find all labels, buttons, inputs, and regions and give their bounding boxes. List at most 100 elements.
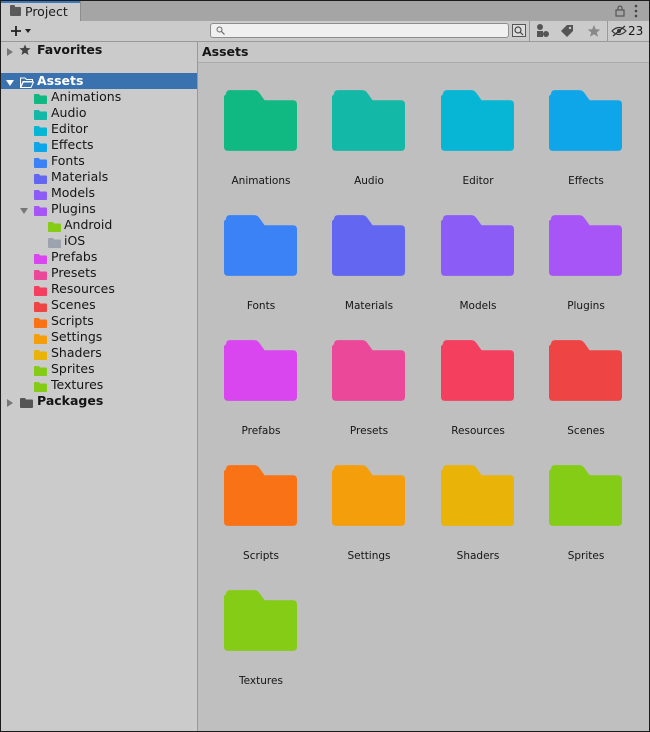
tree-item-folder[interactable]: Resources — [1, 281, 197, 297]
expand-arrow-icon[interactable] — [5, 45, 15, 56]
tree-item-folder[interactable]: Effects — [1, 137, 197, 153]
tree-item-folder[interactable]: Editor — [1, 121, 197, 137]
search-field[interactable] — [210, 23, 509, 38]
lock-icon[interactable] — [615, 4, 625, 17]
folder-icon — [34, 316, 47, 328]
tree-label: Textures — [51, 377, 104, 392]
tree-label: Audio — [51, 105, 87, 120]
asset-folder-label: Effects — [568, 175, 604, 187]
tree-label: Presets — [51, 265, 97, 280]
asset-folder-tile[interactable]: Presets — [319, 340, 419, 450]
asset-folder-label: Shaders — [456, 550, 500, 562]
collapse-arrow-icon[interactable] — [5, 76, 15, 86]
star-icon — [19, 44, 31, 55]
tree-label: Assets — [37, 73, 84, 88]
toolbar-divider — [607, 21, 608, 41]
search-input[interactable] — [229, 24, 499, 37]
tree-item-folder[interactable]: Fonts — [1, 153, 197, 169]
tree-item-assets[interactable]: Assets — [1, 73, 197, 89]
toolbar: 23 — [1, 21, 649, 42]
tree-item-folder[interactable]: Plugins — [1, 201, 197, 217]
search-by-type-icon[interactable] — [511, 22, 527, 40]
tree-item-folder[interactable]: Scripts — [1, 313, 197, 329]
tree-item-folder[interactable]: Shaders — [1, 345, 197, 361]
asset-folder-label: Audio — [354, 175, 384, 187]
asset-folder-tile[interactable]: Animations — [211, 90, 311, 200]
tab-bar: Project — [1, 1, 649, 22]
asset-folder-tile[interactable]: Fonts — [211, 215, 311, 325]
filter-by-type-icon[interactable] — [534, 22, 550, 40]
folder-tree: Favorites Assets Animations Audio Editor Effe… — [1, 42, 198, 731]
tree-label: iOS — [64, 233, 86, 248]
tree-item-folder[interactable]: Audio — [1, 105, 197, 121]
asset-folder-tile[interactable]: Sprites — [536, 465, 636, 575]
asset-folder-tile[interactable]: Shaders — [428, 465, 528, 575]
asset-folder-label: Animations — [231, 175, 291, 187]
asset-folder-label: Scripts — [243, 550, 279, 562]
folder-icon — [34, 348, 47, 360]
breadcrumb-assets[interactable]: Assets — [202, 44, 248, 59]
tree-item-packages[interactable]: Packages — [1, 393, 197, 409]
tree-item-folder[interactable]: Animations — [1, 89, 197, 105]
tree-item-folder[interactable]: Presets — [1, 265, 197, 281]
folder-icon — [34, 380, 47, 392]
folder-icon — [34, 172, 47, 184]
folder-icon — [34, 364, 47, 376]
asset-folder-tile[interactable]: Scripts — [211, 465, 311, 575]
tree-item-folder[interactable]: Materials — [1, 169, 197, 185]
asset-folder-tile[interactable]: Resources — [428, 340, 528, 450]
asset-folder-label: Materials — [344, 300, 394, 312]
tab-project[interactable]: Project — [1, 1, 81, 21]
tree-item-favorites[interactable]: Favorites — [1, 42, 197, 58]
tree-item-folder[interactable]: Models — [1, 185, 197, 201]
folder-icon — [34, 204, 47, 216]
folder-icon — [34, 252, 47, 264]
folder-icon — [34, 140, 47, 152]
tree-item-folder[interactable]: Scenes — [1, 297, 197, 313]
tree-item-folder[interactable]: Sprites — [1, 361, 197, 377]
asset-folder-tile[interactable]: Audio — [319, 90, 419, 200]
folder-icon — [34, 92, 47, 104]
asset-folder-tile[interactable]: Textures — [211, 590, 311, 700]
asset-grid-panel: Assets Animations Audio Editor Effects Fonts… — [198, 42, 649, 731]
asset-folder-tile[interactable]: Prefabs — [211, 340, 311, 450]
filter-by-label-icon[interactable] — [559, 22, 575, 40]
asset-folder-label: Textures — [239, 675, 283, 687]
asset-folder-label: Settings — [347, 550, 391, 562]
folder-icon — [20, 396, 33, 408]
asset-folder-tile[interactable]: Editor — [428, 90, 528, 200]
tree-label: Editor — [51, 121, 88, 136]
tree-label: Android — [64, 217, 113, 232]
tree-item-folder[interactable]: Textures — [1, 377, 197, 393]
asset-folder-label: Fonts — [246, 300, 276, 312]
hidden-packages-toggle[interactable]: 23 — [611, 22, 647, 40]
collapse-arrow-icon[interactable] — [19, 204, 29, 214]
asset-folder-tile[interactable]: Scenes — [536, 340, 636, 450]
expand-arrow-icon[interactable] — [5, 396, 15, 407]
tree-item-folder[interactable]: Android — [1, 217, 197, 233]
tree-item-folder[interactable]: Prefabs — [1, 249, 197, 265]
tree-item-folder[interactable]: Settings — [1, 329, 197, 345]
tree-item-folder[interactable]: iOS — [1, 233, 197, 249]
asset-folder-tile[interactable]: Plugins — [536, 215, 636, 325]
folder-icon — [34, 124, 47, 136]
folder-icon — [34, 300, 47, 312]
folder-icon — [34, 284, 47, 296]
asset-folder-tile[interactable]: Settings — [319, 465, 419, 575]
asset-folder-tile[interactable]: Effects — [536, 90, 636, 200]
asset-folder-label: Presets — [349, 425, 389, 437]
tree-label: Animations — [51, 89, 122, 104]
asset-folder-label: Plugins — [567, 300, 605, 312]
asset-folder-tile[interactable]: Materials — [319, 215, 419, 325]
tree-label: Settings — [51, 329, 103, 344]
folder-icon — [10, 5, 21, 16]
asset-folder-tile[interactable]: Models — [428, 215, 528, 325]
tree-label: Materials — [51, 169, 109, 184]
more-options-icon[interactable] — [631, 4, 641, 18]
tree-label: Scripts — [51, 313, 94, 328]
tab-label: Project — [25, 4, 68, 19]
favorites-star-icon[interactable] — [586, 22, 602, 40]
asset-folder-label: Models — [459, 300, 497, 312]
create-button[interactable] — [7, 22, 35, 40]
tree-label: Fonts — [51, 153, 85, 168]
